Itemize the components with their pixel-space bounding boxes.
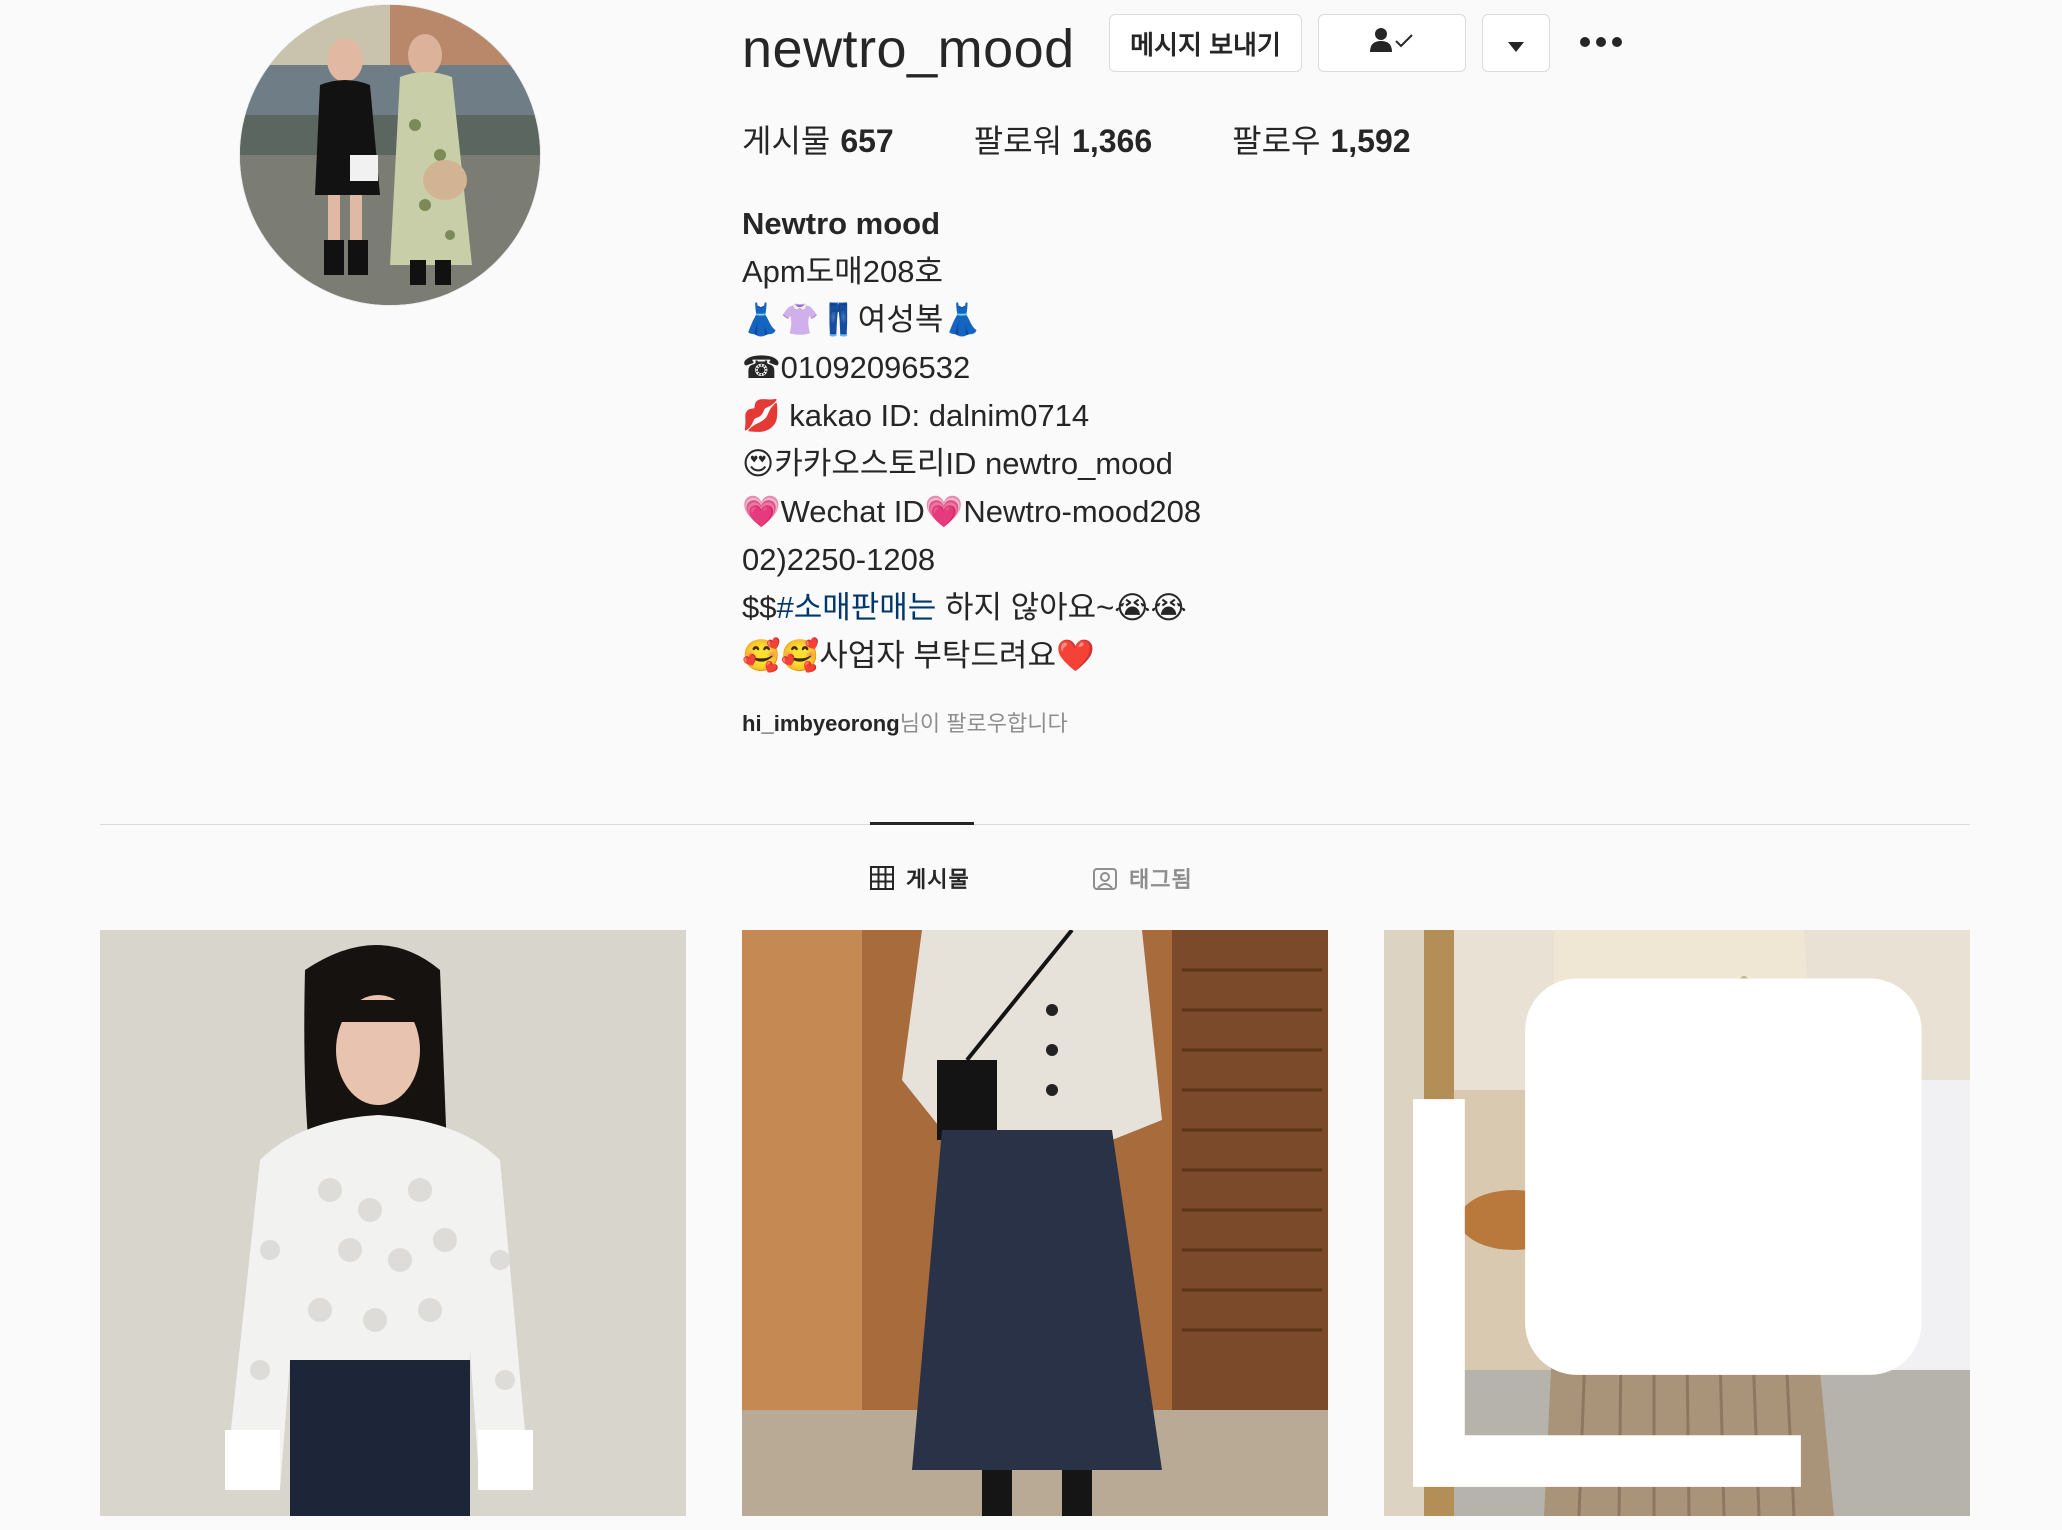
followers-label: 팔로워 [973,123,1063,159]
bio-line: 💗Wechat ID💗Newtro-mood208 [742,494,1202,529]
profile-full-name: Newtro mood [742,206,941,241]
tagged-icon [1093,868,1117,890]
bio-line: Apm도매208호 [742,254,944,289]
tab-tagged-label: 태그됨 [1129,867,1193,892]
following-stat[interactable]: 팔로우 1,592 [1232,116,1410,166]
bio-line: 🥰🥰사업자 부탁드려요❤️ [742,638,1095,673]
tab-posts-label: 게시물 [906,867,970,892]
following-label: 팔로우 [1232,123,1321,159]
followed-by-suffix: 님이 팔로우합니다 [899,711,1068,736]
followers-count: 1,366 [1072,123,1153,159]
profile-avatar[interactable] [240,5,540,305]
message-button-label: 메시지 보내기 [1130,29,1281,60]
bio-line: 👗👚👖여성복👗 [742,302,982,337]
followed-by[interactable]: hi_imbyeorong님이 팔로우합니다 [742,706,1068,738]
multiple-photos-icon [1413,978,1922,1487]
posts-count: 657 [840,123,894,159]
caret-down-icon [1508,28,1524,59]
hashtag-link[interactable]: #소매판매는 [776,590,936,625]
tabs-divider [100,824,1970,825]
post-thumbnail[interactable] [1384,930,1970,1516]
tab-posts[interactable]: 게시물 [870,862,970,894]
post-thumbnail[interactable] [100,930,686,1516]
profile-stats: 게시물 657 팔로워 1,366 팔로우 1,592 [742,116,1491,166]
bio-line: 💋 kakao ID: dalnim0714 [742,398,1090,433]
posts-label: 게시물 [742,123,831,159]
more-horizontal-icon [1579,35,1623,53]
followers-stat[interactable]: 팔로워 1,366 [974,116,1152,166]
bio-line: 02)2250-1208 [742,542,936,577]
profile-bio: Newtro mood Apm도매208호 👗👚👖여성복👗 ☎010920965… [742,200,1542,680]
user-check-icon [1370,27,1414,60]
profile-page: newtro_mood 메시지 보내기 게시물 657 팔로워 1,366 팔로… [0,0,2062,1530]
bio-line: 😍카카오스토리ID newtro_mood [742,446,1173,481]
followed-by-user[interactable]: hi_imbyeorong [742,711,900,736]
grid-icon [870,866,894,890]
bio-retail-prefix: $$ [742,590,777,625]
message-button[interactable]: 메시지 보내기 [1109,14,1302,72]
posts-stat: 게시물 657 [742,116,894,166]
bio-line: ☎01092096532 [742,350,971,385]
following-button[interactable] [1318,14,1466,72]
profile-username: newtro_mood [742,19,1075,79]
more-options-button[interactable] [1577,24,1625,64]
bio-line-retail: $$#소매판매는 하지 않아요~😭😭 [742,584,1542,632]
active-tab-indicator [870,822,974,825]
post-thumbnail[interactable] [742,930,1328,1516]
bio-retail-suffix: 하지 않아요~😭😭 [936,590,1187,625]
suggestions-dropdown-button[interactable] [1482,14,1550,72]
following-count: 1,592 [1330,123,1411,159]
tab-tagged[interactable]: 태그됨 [1093,862,1193,894]
